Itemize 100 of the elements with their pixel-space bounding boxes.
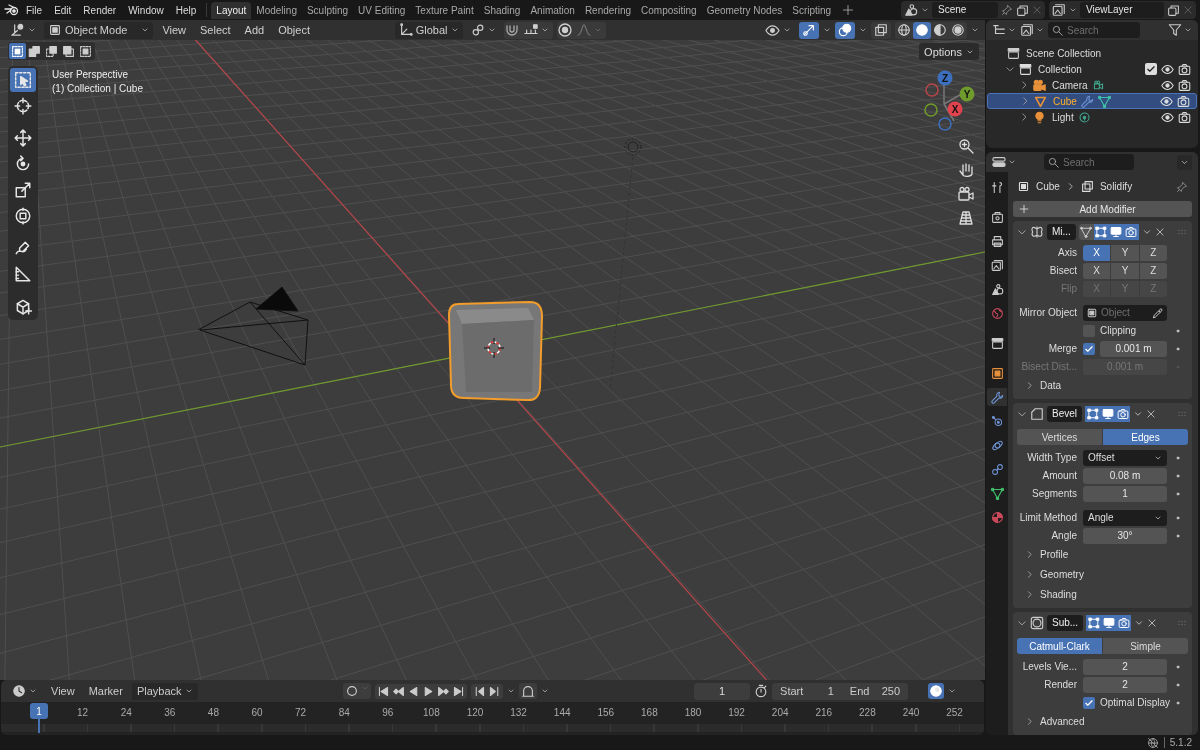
- frame-number: 192: [728, 707, 745, 718]
- frame-number: 120: [466, 707, 484, 718]
- segment-tab[interactable]: Edges: [1103, 429, 1188, 445]
- number-field[interactable]: 30°: [1083, 527, 1167, 544]
- axis-toggle[interactable]: Y: [1111, 244, 1139, 261]
- orientation-label: Global: [415, 24, 448, 36]
- workspace-tab[interactable]: Animation: [525, 1, 580, 19]
- frame-number: 156: [597, 707, 615, 718]
- version-text: 5.1.2: [1169, 737, 1192, 748]
- workspace-tab[interactable]: Geometry Nodes: [701, 1, 788, 19]
- menu-item[interactable]: View: [157, 24, 192, 36]
- number-field[interactable]: 0.08 m: [1083, 467, 1167, 484]
- current-frame-field[interactable]: 1: [694, 682, 751, 700]
- frame-number: 84: [338, 707, 350, 718]
- dropdown[interactable]: Angle: [1083, 509, 1167, 526]
- workspace-tab[interactable]: Compositing: [636, 1, 702, 19]
- outliner-item-label[interactable]: Cube: [1051, 95, 1077, 107]
- frame-number: 12: [77, 707, 89, 718]
- viewport-info-text: (1) Collection | Cube: [52, 82, 143, 96]
- subpanel-header[interactable]: Advanced: [1017, 712, 1188, 731]
- segment-tab[interactable]: Simple: [1103, 638, 1188, 654]
- menu-item[interactable]: Edit: [48, 4, 78, 16]
- frame-number: 216: [815, 707, 833, 718]
- property-label: Width Type: [1026, 452, 1077, 463]
- dropdown[interactable]: Offset: [1083, 449, 1167, 466]
- workspace-tab[interactable]: Layout: [211, 1, 252, 19]
- view-layer-name-field[interactable]: ViewLayer: [1080, 2, 1164, 18]
- search-field[interactable]: Search: [1048, 22, 1140, 38]
- options-dropdown[interactable]: Options: [919, 43, 979, 60]
- axis-toggle[interactable]: Y: [1111, 262, 1139, 279]
- outliner-item-label[interactable]: Collection: [1036, 63, 1082, 75]
- menu-item[interactable]: View: [46, 685, 80, 697]
- property-label: Levels Vie...: [1021, 661, 1077, 672]
- search-input[interactable]: Search: [1067, 24, 1136, 36]
- menu-item[interactable]: Object: [273, 24, 315, 36]
- outliner-item-label[interactable]: Light: [1050, 111, 1074, 123]
- start-frame-field[interactable]: Start 1: [772, 685, 842, 697]
- number-field[interactable]: 0.001 m: [1100, 340, 1167, 357]
- playback-label: Playback: [136, 685, 182, 697]
- outliner-item-label[interactable]: Camera: [1050, 79, 1088, 91]
- menu-item[interactable]: Marker: [83, 685, 128, 697]
- workspace-tab[interactable]: Shading: [478, 1, 526, 19]
- orientation-dropdown[interactable]: Global: [394, 21, 463, 39]
- workspace-tab[interactable]: Scripting: [787, 1, 837, 19]
- number-field[interactable]: 2: [1083, 676, 1167, 693]
- subpanel-header[interactable]: Data: [1017, 376, 1188, 395]
- search-input[interactable]: Search: [1063, 156, 1130, 168]
- search-field[interactable]: Search: [1044, 154, 1134, 170]
- frame-number: 204: [771, 707, 789, 718]
- menu-item[interactable]: Help: [169, 4, 203, 16]
- frame-number: 228: [859, 707, 876, 718]
- outliner-row[interactable]: Camera: [987, 77, 1197, 93]
- end-frame-field[interactable]: End 250: [841, 685, 908, 697]
- property-label: Amount: [1041, 470, 1077, 481]
- property-label: Mirror Object: [1018, 307, 1077, 318]
- number-field[interactable]: 1: [1083, 485, 1167, 502]
- dropdown-value: Offset: [1088, 452, 1115, 463]
- modifier-name-field[interactable]: Sub...: [1047, 615, 1084, 631]
- object-field[interactable]: Object: [1083, 304, 1167, 321]
- segment-tab[interactable]: Catmull-Clark: [1017, 638, 1102, 654]
- property-label: Merge: [1047, 343, 1077, 354]
- number-field[interactable]: 2: [1083, 658, 1167, 675]
- workspace-tab[interactable]: Rendering: [579, 1, 637, 19]
- menu-item[interactable]: Window: [122, 4, 170, 16]
- workspace-tab[interactable]: Sculpting: [301, 1, 354, 19]
- scene-name-field[interactable]: Scene: [932, 2, 998, 18]
- outliner-row[interactable]: Cube: [987, 93, 1197, 109]
- menu-item[interactable]: Render: [77, 4, 123, 16]
- modifier-name-field[interactable]: Mi...: [1047, 224, 1076, 240]
- frame-number: 252: [946, 707, 963, 718]
- frame-number: 96: [382, 707, 394, 718]
- frame-number: 72: [295, 707, 307, 718]
- axis-toggle[interactable]: X: [1083, 262, 1111, 279]
- modifier-name-field[interactable]: Bevel: [1047, 406, 1082, 422]
- menu-item[interactable]: Add: [239, 24, 270, 36]
- mode-dropdown[interactable]: Object Mode: [44, 21, 154, 39]
- subpanel-header[interactable]: Shading: [1017, 585, 1188, 604]
- breadcrumb-item[interactable]: Solidify: [1099, 181, 1133, 193]
- object-input[interactable]: Object: [1101, 307, 1149, 318]
- playhead[interactable]: 1: [30, 703, 48, 719]
- navigation-gizmo[interactable]: X Y Z: [906, 66, 978, 138]
- checkbox-label[interactable]: Clipping: [1100, 325, 1137, 336]
- axis-toggle[interactable]: Z: [1139, 262, 1167, 279]
- workspace-tab[interactable]: UV Editing: [353, 1, 411, 19]
- dropdown-value: Angle: [1088, 512, 1114, 523]
- menu-item[interactable]: Select: [195, 24, 236, 36]
- workspace-tab[interactable]: Texture Paint: [410, 1, 479, 19]
- axis-toggle[interactable]: Z: [1139, 244, 1167, 261]
- add-modifier-button[interactable]: Add Modifier: [1013, 201, 1192, 217]
- segment-tab[interactable]: Vertices: [1017, 429, 1102, 445]
- axis-toggle[interactable]: X: [1083, 244, 1111, 261]
- breadcrumb-item[interactable]: Cube: [1036, 181, 1060, 193]
- playback-dropdown[interactable]: Playback: [131, 682, 198, 700]
- outliner-row[interactable]: Light: [987, 109, 1197, 125]
- checkbox-label[interactable]: Optimal Display: [1100, 697, 1171, 708]
- outliner-item-label[interactable]: Scene Collection: [1024, 47, 1102, 59]
- menu-item[interactable]: File: [20, 4, 49, 16]
- subpanel-header[interactable]: Geometry: [1017, 565, 1188, 584]
- workspace-tab[interactable]: Modeling: [251, 1, 302, 19]
- subpanel-header[interactable]: Profile: [1017, 545, 1188, 564]
